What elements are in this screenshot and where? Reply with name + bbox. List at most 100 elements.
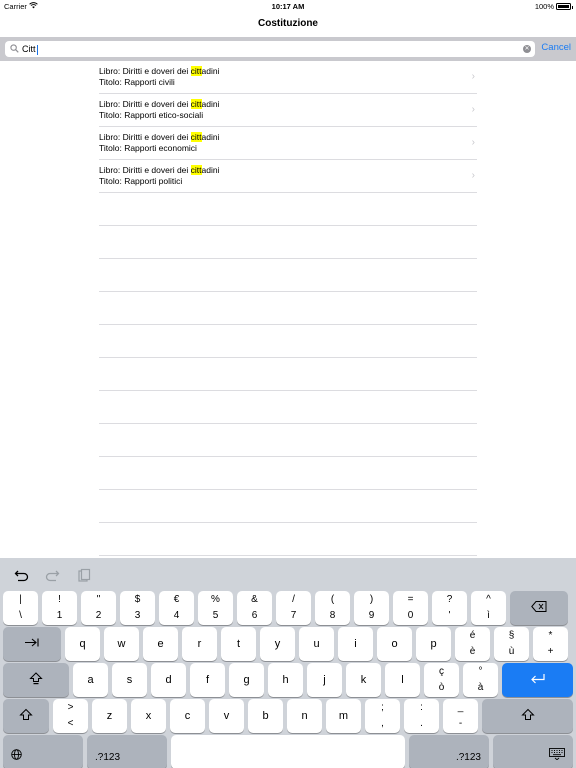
- key-f[interactable]: f: [190, 663, 225, 697]
- clear-icon[interactable]: ✕: [523, 45, 531, 53]
- empty-row: [99, 358, 477, 391]
- numbers-left-button[interactable]: .?123: [87, 735, 167, 768]
- undo-icon[interactable]: [14, 568, 30, 582]
- key-h[interactable]: h: [268, 663, 303, 697]
- keyboard: | \! 1 " 2 $3 €4% 5 & 6/7(8) 9 = 0? ' ^ ì q w e r t y u i o p é è § ù…: [0, 558, 576, 768]
- key-extra-z-0[interactable]: ;,: [365, 699, 400, 733]
- search-highlight: citt: [190, 132, 202, 142]
- list-item-title: Titolo: Rapporti politici: [99, 176, 183, 186]
- key-c[interactable]: c: [170, 699, 205, 733]
- empty-row: [99, 424, 477, 457]
- return-button[interactable]: [502, 663, 573, 697]
- key-u[interactable]: u: [299, 627, 334, 661]
- list-item[interactable]: Libro: Diritti e doveri dei cittadini Ti…: [99, 160, 477, 193]
- search-highlight: citt: [190, 99, 202, 109]
- key-o[interactable]: o: [377, 627, 412, 661]
- paste-icon[interactable]: [75, 568, 91, 582]
- cancel-button[interactable]: Cancel: [541, 42, 571, 53]
- key-t[interactable]: t: [221, 627, 256, 661]
- key-9[interactable]: ) 9: [354, 591, 389, 625]
- delete-icon: [531, 601, 547, 615]
- shift-icon: [19, 708, 33, 724]
- key-d[interactable]: d: [151, 663, 186, 697]
- search-bar: Citt ✕ Cancel: [0, 37, 576, 61]
- key-j[interactable]: j: [307, 663, 342, 697]
- globe-button[interactable]: [3, 735, 83, 768]
- key-3[interactable]: $3: [120, 591, 155, 625]
- chevron-right-icon: ›: [471, 104, 475, 115]
- key-x[interactable]: x: [131, 699, 166, 733]
- key-y[interactable]: y: [260, 627, 295, 661]
- key-5[interactable]: % 5: [198, 591, 233, 625]
- text-caret: [36, 44, 38, 55]
- key-m[interactable]: m: [326, 699, 361, 733]
- keyboard-hide-icon: [549, 748, 565, 763]
- battery-percentage: 100%: [534, 2, 554, 11]
- caps-lock-button[interactable]: [3, 663, 69, 697]
- key-4[interactable]: €4: [159, 591, 194, 625]
- key-s[interactable]: s: [112, 663, 147, 697]
- key-a[interactable]: a: [73, 663, 108, 697]
- key-z[interactable]: z: [92, 699, 127, 733]
- key-extra-a-1[interactable]: ° à: [463, 663, 498, 697]
- key-p[interactable]: p: [416, 627, 451, 661]
- tab-button[interactable]: [3, 627, 61, 661]
- hide-keyboard-button[interactable]: [493, 735, 573, 768]
- list-item[interactable]: Libro: Diritti e doveri dei cittadini Ti…: [99, 94, 477, 127]
- chevron-right-icon: ›: [471, 170, 475, 181]
- list-item-title: Titolo: Rapporti civili: [99, 77, 175, 87]
- shift-right-button[interactable]: [482, 699, 573, 733]
- empty-row: [99, 259, 477, 292]
- key-g[interactable]: g: [229, 663, 264, 697]
- key-l[interactable]: l: [385, 663, 420, 697]
- key-v[interactable]: v: [209, 699, 244, 733]
- key-1[interactable]: ! 1: [42, 591, 77, 625]
- numbers-right-button[interactable]: .?123: [409, 735, 489, 768]
- key-r[interactable]: r: [182, 627, 217, 661]
- key-n[interactable]: n: [287, 699, 322, 733]
- key-extra-q-2[interactable]: * +: [533, 627, 568, 661]
- shift-left-button[interactable]: [3, 699, 49, 733]
- key-extra-z-1[interactable]: :.: [404, 699, 439, 733]
- key-2[interactable]: " 2: [81, 591, 116, 625]
- list-item[interactable]: Libro: Diritti e doveri dei cittadini Ti…: [99, 127, 477, 160]
- key-less-greater[interactable]: > <: [53, 699, 88, 733]
- key-extra-q-1[interactable]: § ù: [494, 627, 529, 661]
- page-title: Costituzione: [258, 18, 318, 29]
- status-time: 10:17 AM: [271, 2, 305, 11]
- key-extra-q-0[interactable]: éè: [455, 627, 490, 661]
- key-w[interactable]: w: [104, 627, 139, 661]
- chevron-right-icon: ›: [471, 71, 475, 82]
- tab-icon: [24, 638, 40, 651]
- list-item-title: Titolo: Rapporti economici: [99, 143, 197, 153]
- key-i[interactable]: i: [338, 627, 373, 661]
- key-7[interactable]: /7: [276, 591, 311, 625]
- key-0[interactable]: | \: [3, 591, 38, 625]
- key-extra-a-0[interactable]: çò: [424, 663, 459, 697]
- shift-icon: [520, 708, 535, 724]
- space-bar[interactable]: [171, 735, 405, 768]
- key-extra-z-2[interactable]: _ -: [443, 699, 478, 733]
- caps-lock-icon: [29, 672, 43, 688]
- key-12[interactable]: ^ ì: [471, 591, 506, 625]
- key-11[interactable]: ? ': [432, 591, 467, 625]
- key-e[interactable]: e: [143, 627, 178, 661]
- key-b[interactable]: b: [248, 699, 283, 733]
- key-q[interactable]: q: [65, 627, 100, 661]
- key-k[interactable]: k: [346, 663, 381, 697]
- return-icon: [530, 673, 546, 687]
- redo-icon[interactable]: [44, 568, 60, 582]
- search-highlight: citt: [190, 165, 202, 175]
- key-6[interactable]: & 6: [237, 591, 272, 625]
- empty-row: [99, 490, 477, 523]
- search-highlight: citt: [190, 66, 202, 76]
- list-item[interactable]: Libro: Diritti e doveri dei cittadini Ti…: [99, 61, 477, 94]
- empty-row: [99, 457, 477, 490]
- key-8[interactable]: (8: [315, 591, 350, 625]
- results-list: Libro: Diritti e doveri dei cittadini Ti…: [99, 61, 477, 556]
- delete-button[interactable]: [510, 591, 568, 625]
- globe-icon: [11, 749, 22, 763]
- empty-row: [99, 523, 477, 556]
- search-input[interactable]: Citt ✕: [5, 41, 535, 57]
- key-10[interactable]: = 0: [393, 591, 428, 625]
